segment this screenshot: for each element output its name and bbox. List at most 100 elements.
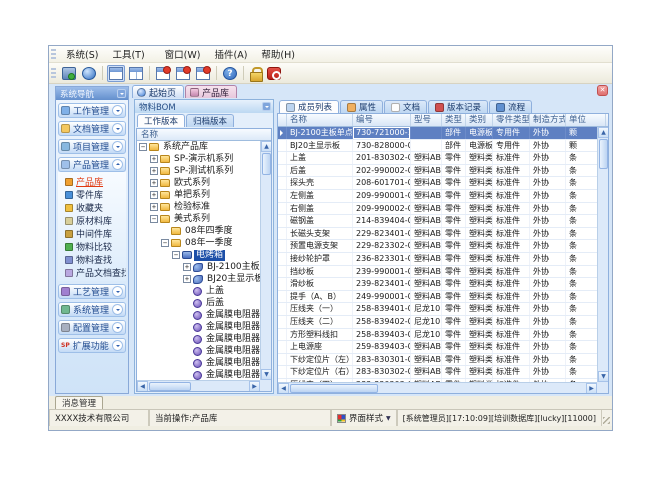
message-manager-tab[interactable]: 消息管理 (55, 396, 103, 409)
scroll-thumb[interactable] (262, 153, 271, 175)
cell[interactable]: 后盖 (287, 165, 353, 177)
cell[interactable]: 零件 (442, 177, 466, 189)
sidebar-item-物料比较[interactable]: 物料比较 (58, 240, 126, 253)
group-chevron-icon[interactable] (112, 159, 123, 170)
scroll-left-button[interactable]: ◀ (278, 383, 289, 394)
cell[interactable]: 外协 (530, 215, 566, 227)
cell[interactable]: 零件 (442, 215, 466, 227)
tree-node[interactable]: +SP-测试机系列 (137, 165, 260, 177)
cell[interactable]: 239-990001-01X (353, 266, 411, 278)
tree-node[interactable]: −系统产品库 (137, 141, 260, 153)
cell[interactable]: 条 (566, 329, 597, 341)
cell[interactable]: 塑料类 (466, 316, 493, 328)
cell[interactable]: 外协 (530, 316, 566, 328)
help-icon-button[interactable] (221, 65, 239, 82)
tree-node[interactable]: 金属膜电阻器 (137, 333, 260, 345)
tab-流程[interactable]: 流程 (489, 100, 532, 113)
cell[interactable]: 283-830302-00X (353, 366, 411, 378)
cell[interactable] (278, 228, 287, 240)
cell[interactable]: 零件 (442, 303, 466, 315)
expand-icon[interactable]: + (183, 263, 191, 271)
cell[interactable]: 标准件 (493, 366, 530, 378)
sidebar-group-项目管理[interactable]: 项目管理 (58, 139, 126, 154)
cell[interactable]: 外协 (530, 303, 566, 315)
sidebar-group-系统管理[interactable]: 系统管理 (58, 302, 126, 317)
cell[interactable]: 条 (566, 316, 597, 328)
sidebar-item-收藏夹[interactable]: 收藏夹 (58, 201, 126, 214)
cell[interactable]: 零件 (442, 253, 466, 265)
scroll-down-button[interactable]: ▼ (598, 371, 609, 382)
cell[interactable]: 塑料ABS (411, 190, 442, 202)
cell[interactable]: 挡纱板 (287, 266, 353, 278)
cell[interactable]: 条 (566, 278, 597, 290)
cell[interactable]: 标准件 (493, 240, 530, 252)
table-row[interactable]: 长磁头支架229-823401-00X塑料ABS零件塑料类标准件外协条 (278, 228, 597, 241)
sidebar-item-产品文档查找[interactable]: 产品文档查找 (58, 266, 126, 279)
cell[interactable]: 条 (566, 354, 597, 366)
sidebar-item-物料查找[interactable]: 物料查找 (58, 253, 126, 266)
sidebar-group-工艺管理[interactable]: 工艺管理 (58, 284, 126, 299)
tab-归档版本[interactable]: 归档版本 (186, 114, 234, 127)
table-row[interactable]: 压线夹（二）258-839402-00X尼龙1010零件塑料类标准件外协条 (278, 316, 597, 329)
expand-icon[interactable]: + (150, 203, 158, 211)
cell[interactable]: 尼龙1010 (411, 316, 442, 328)
close-document-button[interactable]: ✕ (597, 85, 608, 96)
cell[interactable]: 214-839404-01X (353, 215, 411, 227)
tree-node[interactable]: 金属膜电阻器 (137, 369, 260, 380)
tree-node[interactable]: +欧式系列 (137, 177, 260, 189)
menu-item[interactable]: 插件(A) (207, 49, 254, 62)
table-row[interactable]: 挡纱板239-990001-01X塑料ABS零件塑料类标准件外协条 (278, 266, 597, 279)
cell[interactable] (278, 303, 287, 315)
tree-node[interactable]: 金属膜电阻器 (137, 309, 260, 321)
tab-产品库[interactable]: 产品库 (185, 85, 237, 98)
sidebar-group-产品管理[interactable]: 产品管理 (58, 157, 126, 172)
collapse-icon[interactable]: − (150, 215, 158, 223)
cell[interactable]: 上电源座 (287, 341, 353, 353)
cell[interactable]: 尼龙1010 (411, 329, 442, 341)
tree-vertical-scrollbar[interactable]: ▲ ▼ (260, 141, 271, 380)
cell[interactable]: 专用件 (493, 140, 530, 152)
tree-node[interactable]: +BJ-2100主板单点 (137, 261, 260, 273)
grid-horizontal-scrollbar[interactable]: ◀ ▶ (278, 382, 597, 393)
table-row[interactable]: 预置电源支架229-823302-00X塑料ABS零件塑料类标准件外协条 (278, 240, 597, 253)
cell[interactable]: 滑纱板 (287, 278, 353, 290)
cell[interactable]: 右侧盖 (287, 203, 353, 215)
table-row[interactable]: 探头壳208-601701-01X塑料ABS零件塑料类标准件外协条 (278, 177, 597, 190)
table-row[interactable]: 滑纱板239-823401-00X塑料ABS零件塑料类标准件外协条 (278, 278, 597, 291)
cell[interactable]: 标准件 (493, 165, 530, 177)
cell[interactable]: 258-839401-00X (353, 303, 411, 315)
cell[interactable]: 零件 (442, 366, 466, 378)
cell[interactable]: 压线夹（一） (287, 303, 353, 315)
cell[interactable]: 外协 (530, 366, 566, 378)
bom-pin-button[interactable] (262, 102, 271, 111)
cell[interactable]: 259-839403-00X (353, 341, 411, 353)
cell[interactable] (278, 329, 287, 341)
cell[interactable]: 外协 (530, 203, 566, 215)
column-header-名称[interactable]: 名称 (287, 114, 353, 126)
cell[interactable]: 塑料类 (466, 240, 493, 252)
column-header-编号[interactable]: 编号 (353, 114, 411, 126)
cell[interactable]: 塑料类 (466, 228, 493, 240)
cell[interactable]: 283-830301-00X (353, 354, 411, 366)
cell[interactable]: 外协 (530, 140, 566, 152)
cell[interactable]: 外协 (530, 228, 566, 240)
tab-起始页[interactable]: 起始页 (132, 85, 184, 98)
globe-icon-button[interactable] (80, 65, 98, 82)
collapse-icon[interactable]: − (139, 143, 147, 151)
tree-node[interactable]: −08年一季度 (137, 237, 260, 249)
cell[interactable]: 条 (566, 253, 597, 265)
table-row[interactable]: 磁钢盖214-839404-01X塑料ABS零件塑料类标准件外协条 (278, 215, 597, 228)
cell[interactable]: 塑料类 (466, 366, 493, 378)
scroll-right-button[interactable]: ▶ (249, 381, 260, 392)
sidebar-item-原材料库[interactable]: 原材料库 (58, 214, 126, 227)
cell[interactable]: 239-823401-00X (353, 278, 411, 290)
cell[interactable]: 塑料ABS (411, 354, 442, 366)
menu-item[interactable]: 工具(T) (105, 49, 151, 62)
cell[interactable] (411, 140, 442, 152)
cell[interactable] (278, 177, 287, 189)
scroll-up-button[interactable]: ▲ (261, 141, 272, 152)
group-chevron-icon[interactable] (112, 286, 123, 297)
table-row[interactable]: 后盖202-990002-01X塑料ABS零件塑料类标准件外协条 (278, 165, 597, 178)
menu-item[interactable]: 帮助(H) (254, 49, 302, 62)
expand-icon[interactable]: + (150, 155, 158, 163)
